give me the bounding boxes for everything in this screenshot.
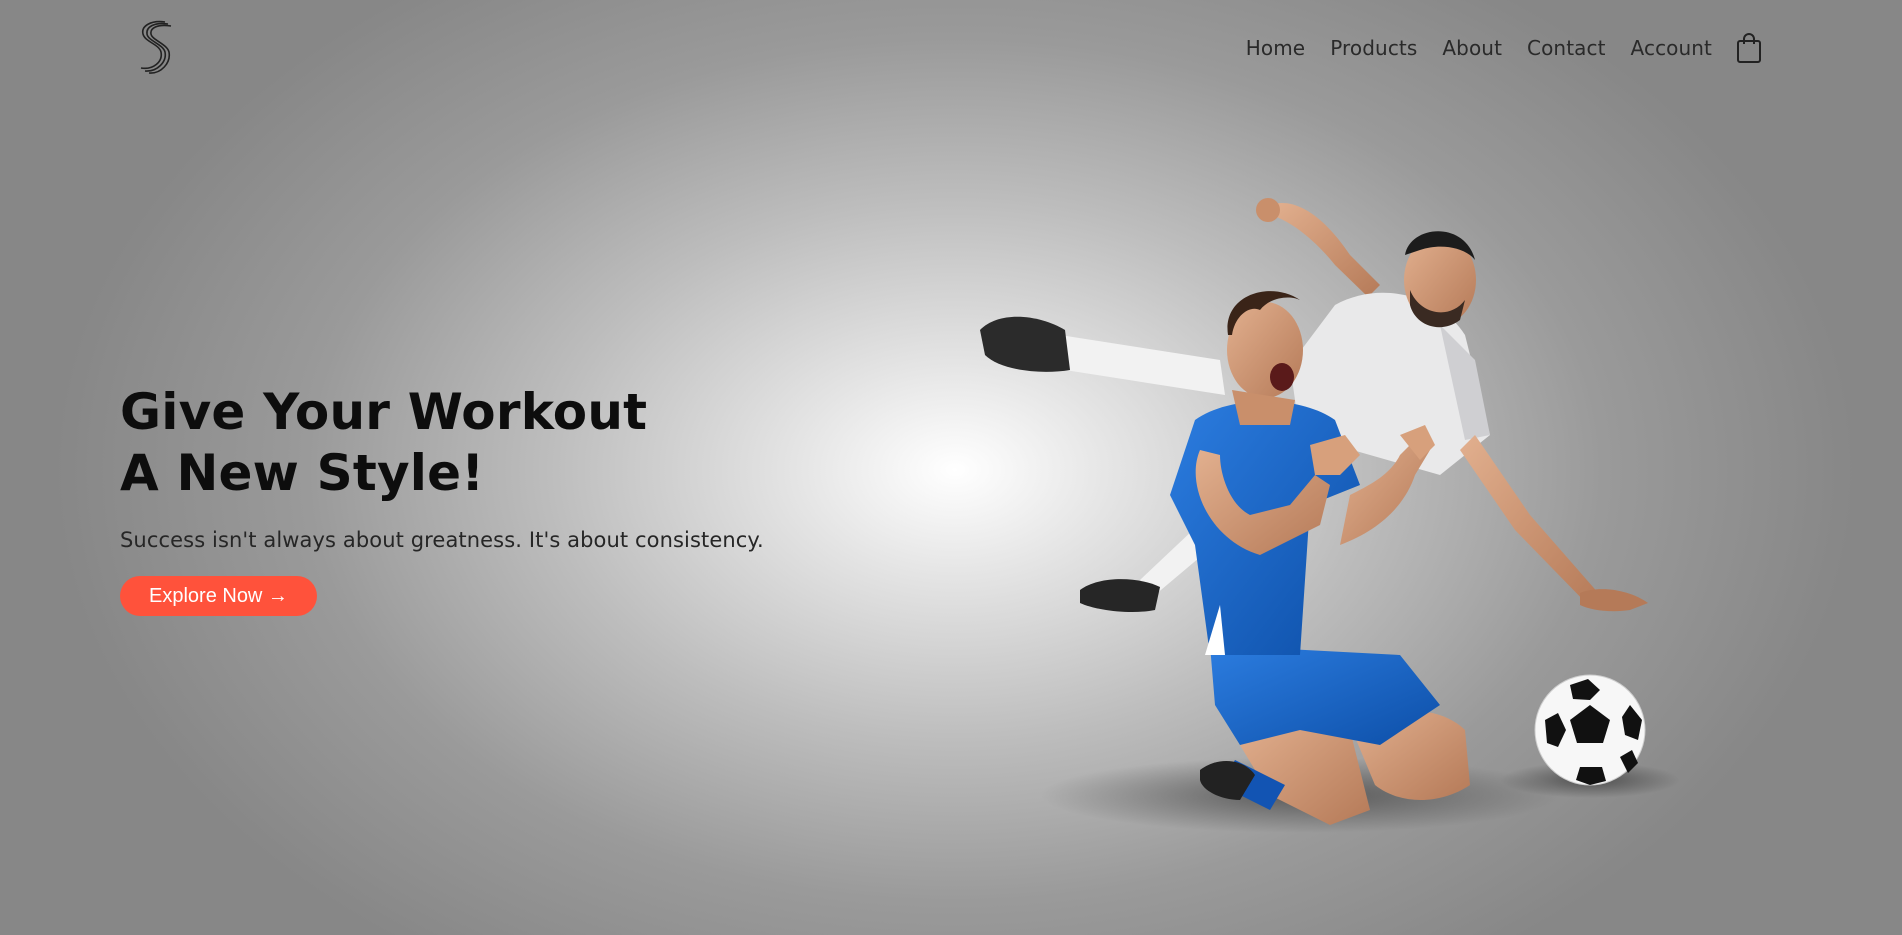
- hero-image: [970, 185, 1740, 835]
- nav-home[interactable]: Home: [1246, 36, 1305, 60]
- shopping-bag-icon: [1737, 33, 1761, 63]
- nav-products[interactable]: Products: [1330, 36, 1417, 60]
- nav-contact[interactable]: Contact: [1527, 36, 1606, 60]
- hero-subtitle: Success isn't always about greatness. It…: [120, 528, 764, 552]
- hero-title-line-2: A New Style!: [120, 444, 485, 502]
- nav-account[interactable]: Account: [1631, 36, 1712, 60]
- soccer-players-illustration: [980, 198, 1680, 833]
- hero-section: Give Your Workout A New Style! Success i…: [120, 382, 840, 616]
- nav-about[interactable]: About: [1442, 36, 1502, 60]
- hero-title-line-1: Give Your Workout: [120, 383, 648, 441]
- explore-now-button[interactable]: Explore Now →: [120, 576, 317, 616]
- stylized-s-logo-icon: [140, 20, 172, 74]
- main-nav: Home Products About Contact Account: [1246, 28, 1762, 68]
- logo[interactable]: [137, 18, 173, 74]
- hero-title: Give Your Workout A New Style!: [120, 382, 840, 504]
- cart-button[interactable]: [1736, 32, 1762, 64]
